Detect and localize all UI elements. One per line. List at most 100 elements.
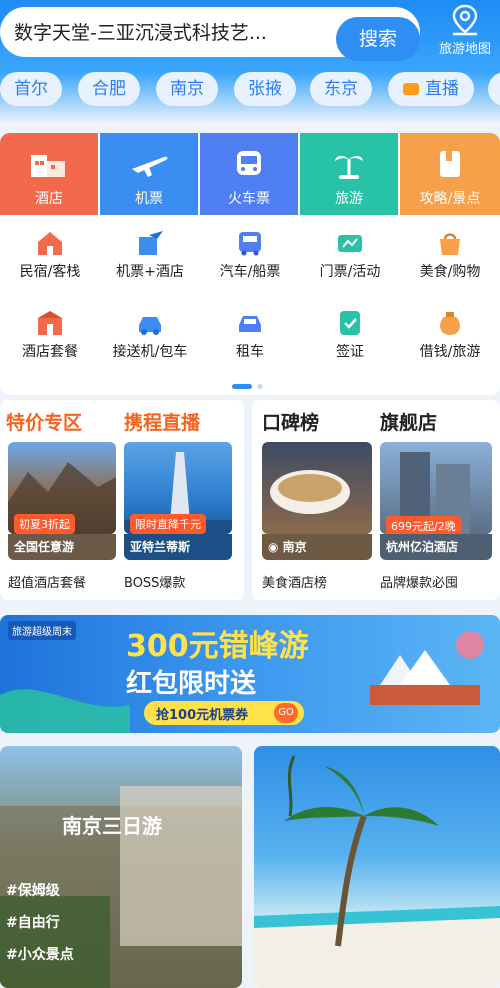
hotel-button[interactable]: 酒店 bbox=[0, 133, 98, 215]
visa-button[interactable]: 签证 bbox=[300, 309, 400, 361]
homestay-button[interactable]: 民宿/客栈 bbox=[0, 229, 100, 281]
city-tab[interactable]: 合肥 bbox=[78, 72, 140, 106]
reputation-rank-title[interactable]: 口碑榜 bbox=[262, 408, 319, 435]
transfer-label: 接送机/包车 bbox=[112, 344, 188, 360]
rank-tile-2-subtitle: 品牌爆款必囤 bbox=[380, 576, 459, 591]
hotel-icon bbox=[31, 155, 65, 177]
travel-map-label: 旅游地图 bbox=[438, 42, 491, 57]
rank-tile-1-name: 南京 bbox=[282, 540, 307, 554]
header: 数字天堂-三亚沉浸式科技艺... 搜索 旅游地图 首尔 合肥 南京 张掖 东京 … bbox=[0, 0, 500, 122]
page-indicator bbox=[232, 384, 263, 389]
deal-tile-1-name: 全国任意游 bbox=[14, 540, 75, 554]
guide-icon bbox=[440, 151, 460, 177]
deal-tile-2-subtitle: BOSS爆款 bbox=[124, 576, 186, 591]
travel-button[interactable]: 旅游 bbox=[300, 133, 398, 215]
hotel-package-icon bbox=[38, 311, 62, 335]
food-bowl-image bbox=[270, 470, 350, 514]
deal-tile-2-tag: 限时直降千元 bbox=[130, 514, 206, 534]
location-pin-icon: ◉ bbox=[268, 540, 283, 554]
flagship-title[interactable]: 旗舰店 bbox=[380, 408, 437, 435]
plane-icon bbox=[132, 156, 168, 177]
trip-card-note-2: #自由行 bbox=[6, 915, 60, 931]
car-icon bbox=[139, 317, 161, 335]
homestay-icon bbox=[38, 232, 62, 255]
homestay-label: 民宿/客栈 bbox=[19, 264, 81, 280]
service-card: 酒店 机票 火车票 旅游 攻略/景点 民宿/客栈 机票+酒店 汽车/船票 门票/… bbox=[0, 133, 500, 395]
loan-travel-label: 借钱/旅游 bbox=[419, 344, 481, 360]
travel-label: 旅游 bbox=[335, 191, 363, 207]
city-tab[interactable]: 首尔 bbox=[0, 72, 62, 106]
city-tab[interactable]: 东京 bbox=[310, 72, 372, 106]
ticket-label: 门票/活动 bbox=[319, 264, 381, 280]
promo-panel-deals: 特价专区 携程直播 初夏3折起 限时直降千元 全国任意游 亚特兰蒂斯 超值酒店套… bbox=[0, 400, 244, 600]
rental-car-button[interactable]: 租车 bbox=[200, 309, 300, 361]
ticket-button[interactable]: 门票/活动 bbox=[300, 229, 400, 281]
rank-tile-2-caption: 杭州亿泊酒店 bbox=[380, 534, 492, 560]
food-button[interactable]: 美食/购物 bbox=[400, 229, 500, 281]
rank-tile-1-subtitle: 美食酒店榜 bbox=[262, 576, 328, 591]
rank-tile-2[interactable]: 699元起/2晚 bbox=[380, 442, 492, 534]
trip-card-title: 南京三日游 bbox=[62, 814, 162, 838]
banner-go-button[interactable]: GO bbox=[274, 703, 298, 723]
rank-tile-1-location: ◉ 南京 bbox=[268, 538, 307, 555]
deal-tile-2-name: 亚特兰蒂斯 bbox=[130, 540, 191, 554]
city-tab-more[interactable] bbox=[488, 72, 500, 106]
bus-icon bbox=[239, 232, 261, 256]
hotel-package-button[interactable]: 酒店套餐 bbox=[0, 309, 100, 361]
hotel-package-label: 酒店套餐 bbox=[22, 344, 78, 360]
money-bag-icon bbox=[440, 312, 460, 335]
ctrip-live-title[interactable]: 携程直播 bbox=[124, 408, 200, 435]
search-bar[interactable]: 数字天堂-三亚沉浸式科技艺... 搜索 bbox=[0, 7, 420, 61]
map-pin-icon bbox=[452, 4, 478, 36]
live-icon bbox=[403, 83, 419, 95]
beach-card[interactable] bbox=[254, 746, 500, 988]
rank-tile-1[interactable] bbox=[262, 442, 372, 534]
search-button[interactable]: 搜索 bbox=[336, 17, 420, 61]
train-button[interactable]: 火车票 bbox=[200, 133, 298, 215]
rental-car-icon bbox=[239, 316, 261, 332]
banner-title: 300元错峰游 bbox=[126, 629, 309, 664]
rank-tile-2-tag: 699元起/2晚 bbox=[386, 516, 461, 534]
guide-label: 攻略/景点 bbox=[419, 191, 481, 207]
live-tab[interactable]: 直播 bbox=[388, 72, 474, 106]
live-tab-label: 直播 bbox=[425, 79, 459, 99]
city-tab[interactable]: 南京 bbox=[156, 72, 218, 106]
search-input[interactable]: 数字天堂-三亚沉浸式科技艺... bbox=[14, 18, 267, 45]
deal-tile-2[interactable]: 限时直降千元 bbox=[124, 442, 232, 534]
food-icon bbox=[440, 233, 460, 255]
flight-hotel-button[interactable]: 机票+酒店 bbox=[100, 229, 200, 281]
city-tab[interactable]: 张掖 bbox=[234, 72, 296, 106]
flight-label: 机票 bbox=[135, 191, 163, 207]
rental-car-label: 租车 bbox=[236, 344, 264, 360]
banner-subtitle: 红包限时送 bbox=[126, 669, 257, 699]
trip-card-note-1: #保姆级 bbox=[6, 883, 60, 899]
banner-coupon-label: 抢100元机票券 bbox=[156, 708, 249, 723]
visa-label: 签证 bbox=[336, 344, 364, 360]
ticket-icon bbox=[338, 235, 362, 252]
city-tabs: 首尔 合肥 南京 张掖 东京 直播 bbox=[0, 68, 500, 110]
deal-tile-2-caption: 亚特兰蒂斯 bbox=[124, 534, 232, 560]
banner-coupon[interactable]: 抢100元机票券 GO bbox=[144, 701, 304, 725]
nanjing-trip-card[interactable]: 南京三日游 #保姆级 #自由行 #小众景点 bbox=[0, 746, 242, 988]
palm-icon bbox=[335, 155, 363, 179]
promo-banner[interactable]: 旅游超级周末 300元错峰游 红包限时送 抢100元机票券 GO bbox=[0, 615, 500, 733]
visa-icon bbox=[340, 311, 360, 335]
bus-button[interactable]: 汽车/船票 bbox=[200, 229, 300, 281]
train-icon bbox=[237, 151, 261, 175]
special-deals-title[interactable]: 特价专区 bbox=[6, 408, 82, 435]
flight-hotel-icon bbox=[139, 231, 163, 255]
banner-badge: 旅游超级周末 bbox=[8, 621, 76, 640]
guide-button[interactable]: 攻略/景点 bbox=[400, 133, 500, 215]
rank-tile-1-caption: ◉ 南京 bbox=[262, 534, 372, 560]
flight-button[interactable]: 机票 bbox=[100, 133, 198, 215]
palm-beach-image bbox=[254, 755, 500, 988]
deal-tile-1[interactable]: 初夏3折起 bbox=[8, 442, 116, 534]
bus-label: 汽车/船票 bbox=[219, 264, 281, 280]
rank-tile-2-name: 杭州亿泊酒店 bbox=[386, 540, 459, 554]
transfer-button[interactable]: 接送机/包车 bbox=[100, 309, 200, 361]
deal-tile-1-caption: 全国任意游 bbox=[8, 534, 116, 560]
food-label: 美食/购物 bbox=[419, 264, 481, 280]
hotel-label: 酒店 bbox=[35, 191, 63, 207]
loan-travel-button[interactable]: 借钱/旅游 bbox=[400, 309, 500, 361]
travel-map-button[interactable]: 旅游地图 bbox=[430, 4, 500, 60]
